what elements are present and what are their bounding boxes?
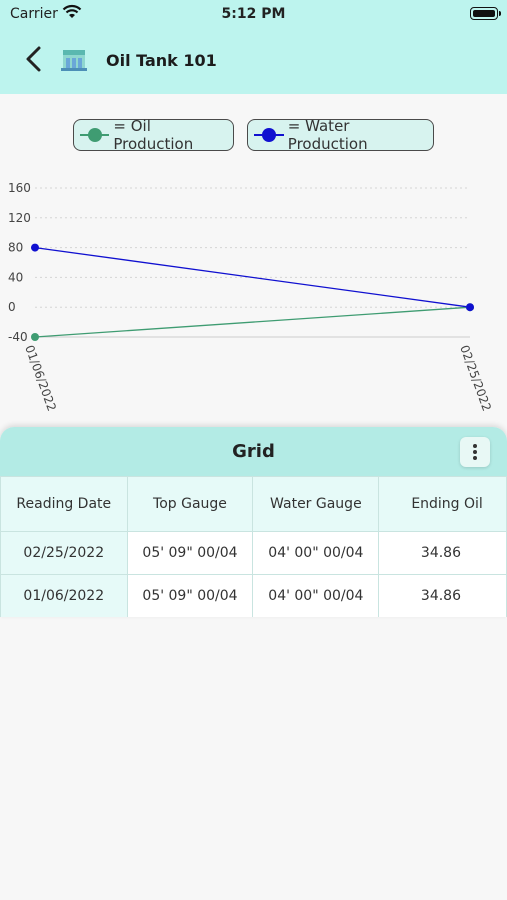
cell-water-gauge: 04' 00" 00/04 [252,574,380,617]
table-header-row: Reading Date Top Gauge Water Gauge Endin… [0,476,507,532]
data-point-oil [31,333,39,341]
y-tick-label: 40 [8,270,23,284]
chevron-left-icon[interactable] [22,44,46,74]
more-vertical-icon[interactable] [460,437,490,467]
legend-oil-production[interactable]: = Oil Production [73,117,234,153]
column-header-top-gauge[interactable]: Top Gauge [126,476,254,532]
table-row[interactable]: 01/06/2022 05' 09" 00/04 04' 00" 00/04 3… [0,574,507,617]
table-row[interactable]: 02/25/2022 05' 09" 00/04 04' 00" 00/04 3… [0,531,507,575]
grid-header: Grid [0,427,507,476]
cell-top-gauge: 05' 09" 00/04 [126,531,254,575]
y-tick-label: 160 [8,181,31,195]
oil-tank-icon [61,50,87,71]
readings-table: Reading Date Top Gauge Water Gauge Endin… [0,476,507,617]
production-line-chart: 160 120 80 40 0 -4001/06/2022 02/25/2022 [8,181,494,413]
legend-oil-label: = Oil Production [113,117,194,153]
series-line-oil [34,306,471,338]
legend-water-label: = Water Production [287,117,368,153]
grid-panel: Grid Reading Date Top Gauge Water Gauge … [0,427,507,617]
column-header-reading-date[interactable]: Reading Date [0,476,128,532]
column-header-water-gauge[interactable]: Water Gauge [252,476,380,532]
cell-water-gauge: 04' 00" 00/04 [252,531,380,575]
column-header-ending-oil[interactable]: Ending Oil [378,476,507,532]
cell-reading-date: 02/25/2022 [0,531,128,575]
data-point-water [31,243,39,252]
cell-ending-oil: 34.86 [378,531,507,575]
nav-bar: Oil Tank 101 [0,38,507,82]
legend-water-marker [254,127,284,143]
legend-oil-marker [80,127,110,143]
cell-top-gauge: 05' 09" 00/04 [126,574,254,617]
y-tick-label: 120 [8,211,31,225]
data-point-water [466,303,474,312]
cell-reading-date: 01/06/2022 [0,574,128,617]
grid-title: Grid [232,441,275,462]
x-tick-label: 02/25/2022 [457,343,494,413]
y-tick-label: 80 [8,241,23,255]
top-bar: Carrier 5:12 PM Oil Tank 101 [0,0,507,94]
status-time: 5:12 PM [221,6,286,22]
y-tick-label: 0 [8,300,16,314]
page-title: Oil Tank 101 [106,51,217,70]
y-tick-label: -40 [8,330,28,344]
battery-icon [470,7,501,20]
legend-water-production[interactable]: = Water Production [247,117,434,153]
cell-ending-oil: 34.86 [378,574,507,617]
x-tick-label: 01/06/2022 [22,343,59,413]
status-bar: Carrier 5:12 PM [0,0,507,28]
